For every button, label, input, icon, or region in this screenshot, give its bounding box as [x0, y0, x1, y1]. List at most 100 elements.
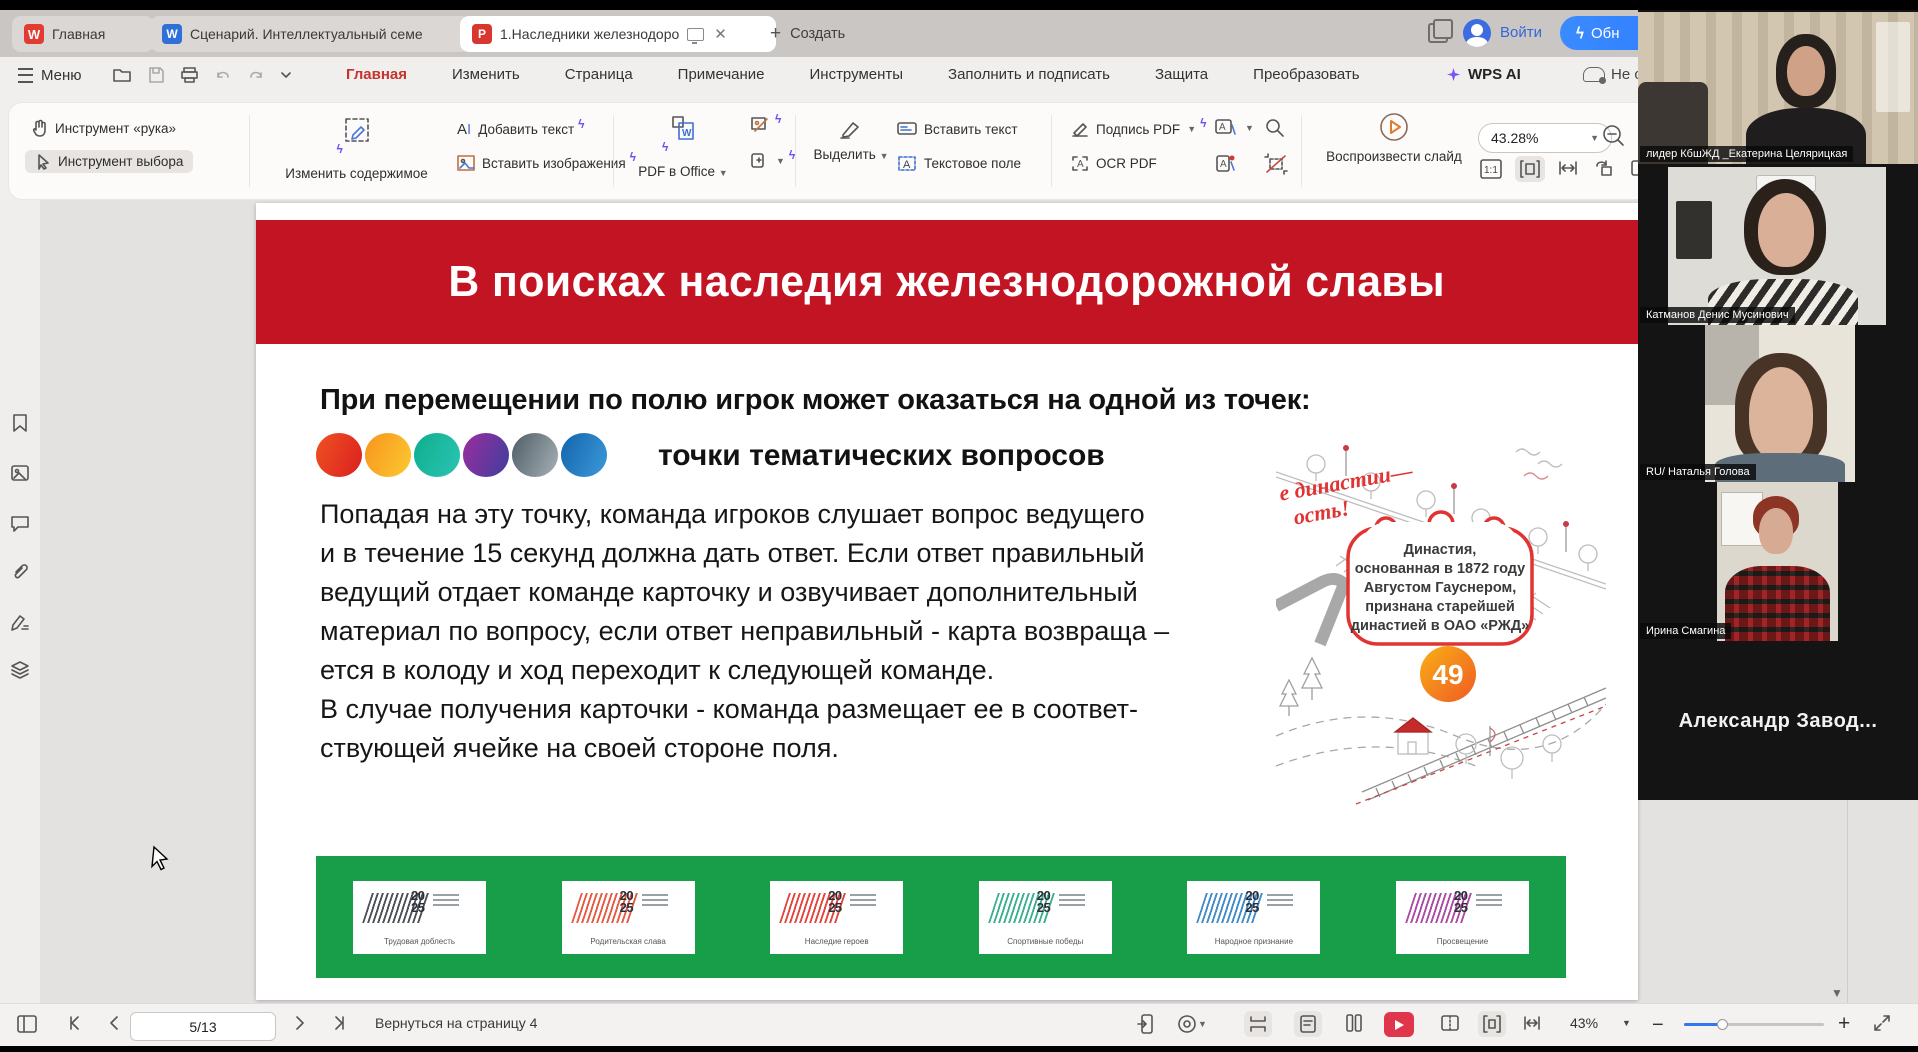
- login-link[interactable]: Войти: [1500, 24, 1542, 41]
- edit-content-button[interactable]: ϟ Изменить содержимое: [264, 113, 449, 181]
- select-tool-button[interactable]: Инструмент выбора: [25, 150, 193, 173]
- bubble-line: признана старейшей: [1365, 599, 1515, 615]
- image-icon: [457, 155, 475, 171]
- pdf-to-office-button[interactable]: W ϟ PDF в Office ▼: [624, 111, 742, 179]
- tab-word-doc[interactable]: W Сценарий. Интеллектуальный семе: [150, 16, 470, 52]
- fit-page-button[interactable]: [1515, 156, 1545, 182]
- comments-icon[interactable]: [9, 512, 31, 534]
- play-button[interactable]: [1384, 1012, 1414, 1037]
- spark-icon: ϟ: [578, 117, 584, 131]
- status-bar: Вернуться на страницу 4 ▼: [0, 1003, 1918, 1046]
- window-switch-icon[interactable]: [1428, 23, 1448, 43]
- zoom-slider-knob[interactable]: [1717, 1019, 1728, 1030]
- print-icon[interactable]: [180, 66, 199, 84]
- save-icon[interactable]: [147, 66, 165, 84]
- add-text-button[interactable]: AI Добавить текстϟ: [457, 121, 585, 138]
- video-participant-2[interactable]: [1668, 167, 1886, 325]
- hamburger-icon: [18, 68, 33, 83]
- zoom-dropdown-icon[interactable]: ▼: [1622, 1018, 1631, 1028]
- translate-button[interactable]: A ▼: [1214, 117, 1254, 139]
- new-tab-button[interactable]: + Создать: [770, 23, 845, 45]
- avatar[interactable]: [1463, 19, 1491, 47]
- zoom-percent[interactable]: 43%: [1570, 1015, 1598, 1031]
- zoom-slider[interactable]: [1684, 1023, 1824, 1026]
- prev-page-button[interactable]: [106, 1014, 122, 1032]
- menu-item[interactable]: Преобразовать: [1253, 66, 1359, 83]
- pdf-page: В поисках наследия железнодорожной славы…: [256, 203, 1638, 1000]
- video-participant-4[interactable]: [1717, 482, 1838, 641]
- chevron-down-icon: ▼: [776, 156, 785, 166]
- signature-icon[interactable]: [9, 611, 31, 633]
- fit-screen-button[interactable]: [1478, 1011, 1506, 1037]
- monitor-icon[interactable]: [687, 28, 704, 41]
- participant-3-name: RU/ Наталья Голова: [1640, 464, 1756, 480]
- split-view-button[interactable]: [1440, 1013, 1460, 1033]
- award-year: 2025: [620, 890, 633, 914]
- tab-home[interactable]: W Главная: [12, 16, 154, 52]
- participant-2-name: Катманов Денис Мусинович: [1640, 307, 1795, 323]
- award-micro-text: [1267, 894, 1293, 906]
- play-slide-button[interactable]: Воспроизвести слайд: [1314, 109, 1474, 164]
- menu-item[interactable]: Главная: [346, 66, 407, 83]
- redo-icon[interactable]: [247, 67, 265, 83]
- video-participant-1[interactable]: [1638, 12, 1918, 164]
- chevron-down-icon[interactable]: [280, 71, 292, 79]
- trees-bottom: [1456, 726, 1561, 779]
- tab-pdf-doc[interactable]: P 1.Наследники железнодоро ✕: [460, 16, 776, 52]
- close-tab-icon[interactable]: ✕: [712, 25, 729, 43]
- actual-size-button[interactable]: 1:1: [1479, 158, 1503, 180]
- crop-pages-button[interactable]: [1264, 153, 1288, 175]
- menu-item[interactable]: Страница: [565, 66, 633, 83]
- zoom-out-button[interactable]: [1601, 123, 1627, 149]
- wps-ai-button[interactable]: WPS AI: [1447, 66, 1521, 83]
- menu-item[interactable]: Изменить: [452, 66, 520, 83]
- menu-item[interactable]: Заполнить и подписать: [948, 66, 1110, 83]
- highlight-button[interactable]: Выделить ▼: [801, 111, 901, 162]
- last-page-button[interactable]: [330, 1014, 348, 1032]
- open-folder-icon[interactable]: [112, 66, 132, 84]
- insert-text-button[interactable]: Вставить текст: [897, 121, 1018, 138]
- zoom-out-button[interactable]: −: [1652, 1014, 1664, 1037]
- doc-translate-button[interactable]: A: [1214, 153, 1238, 175]
- continuous-view-button[interactable]: [1244, 1011, 1272, 1037]
- fit-width-button[interactable]: [1557, 158, 1579, 178]
- fullscreen-button[interactable]: [1872, 1013, 1892, 1033]
- layers-icon[interactable]: [9, 659, 31, 681]
- cloud-icon: [1583, 67, 1605, 82]
- menu-item[interactable]: Примечание: [678, 66, 765, 83]
- view-mode-button[interactable]: ▼: [1176, 1013, 1207, 1035]
- bookmarks-icon[interactable]: [9, 412, 31, 434]
- next-page-button[interactable]: [292, 1014, 308, 1032]
- award-card: 2025 Наследие героев: [770, 881, 903, 954]
- zoom-in-button[interactable]: +: [1838, 1012, 1850, 1036]
- video-participant-3[interactable]: [1705, 325, 1855, 482]
- ocr-pdf-button[interactable]: A OCR PDF: [1071, 155, 1157, 172]
- scroll-down-icon[interactable]: ▼: [1831, 986, 1843, 1000]
- zoom-select[interactable]: 43.28% ▼: [1478, 123, 1612, 153]
- image-convert-button[interactable]: ϟ: [749, 115, 781, 135]
- two-page-button[interactable]: [1344, 1013, 1364, 1033]
- slide-body-text: Попадая на эту точку, команда игроков сл…: [320, 495, 1280, 768]
- single-page-button[interactable]: [1294, 1011, 1322, 1037]
- fit-width-button[interactable]: [1522, 1013, 1542, 1033]
- first-page-button[interactable]: [66, 1014, 84, 1032]
- menu-item[interactable]: Защита: [1155, 66, 1208, 83]
- sidebar-toggle-button[interactable]: [16, 1014, 38, 1034]
- menu-button[interactable]: Меню: [18, 67, 82, 84]
- search-button[interactable]: [1264, 117, 1286, 139]
- menu-item[interactable]: Инструменты: [810, 66, 904, 83]
- page-number-input[interactable]: [130, 1012, 276, 1041]
- rotate-page-button[interactable]: [1593, 158, 1615, 178]
- hand-off-button[interactable]: [1136, 1013, 1158, 1035]
- copy-pages-button[interactable]: ▼ϟ: [749, 151, 795, 171]
- sync-status[interactable]: Не с: [1583, 66, 1642, 83]
- sign-pdf-button[interactable]: Подпись PDF ▼ϟ: [1071, 121, 1206, 137]
- text-field-button[interactable]: A Текстовое поле: [897, 155, 1021, 172]
- attachments-icon[interactable]: [9, 561, 31, 583]
- document-area[interactable]: В поисках наследия железнодорожной славы…: [40, 200, 1918, 1003]
- images-icon[interactable]: [9, 462, 31, 484]
- insert-image-button[interactable]: Вставить изображенияϟ: [457, 155, 636, 171]
- undo-icon[interactable]: [214, 67, 232, 83]
- hand-tool-button[interactable]: Инструмент «рука»: [31, 119, 176, 137]
- back-to-page-link[interactable]: Вернуться на страницу 4: [375, 1015, 537, 1031]
